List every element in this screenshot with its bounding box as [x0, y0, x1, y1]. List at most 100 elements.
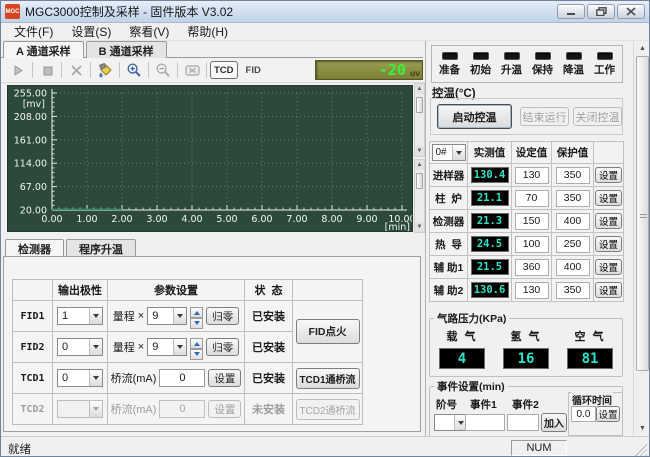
temp-set-button[interactable]: 设置 — [595, 213, 622, 229]
scrollbar-thumb[interactable] — [416, 173, 423, 189]
setpoint-input[interactable]: 360 — [515, 259, 549, 276]
setpoint-input[interactable]: 130 — [515, 282, 549, 299]
event1-input[interactable] — [465, 414, 505, 431]
cycle-time-set-button[interactable]: 设置 — [596, 406, 620, 422]
header-label: 保护值 — [557, 145, 589, 160]
header-params: 参数设置 — [108, 280, 245, 301]
zone-name: 检测器 — [430, 210, 468, 233]
zone-select[interactable]: 0# — [432, 144, 466, 161]
close-button[interactable] — [617, 4, 645, 19]
stop-sampling-button[interactable] — [36, 60, 58, 80]
zero-button[interactable]: 归零 — [206, 307, 239, 325]
setpoint-cell: 130 — [512, 279, 552, 302]
setpoint-cell: 130 — [512, 164, 552, 187]
temp-set-button[interactable]: 设置 — [595, 282, 622, 298]
event2-input[interactable] — [507, 414, 539, 431]
delete-button[interactable] — [65, 60, 87, 80]
scrollbar-thumb[interactable] — [416, 97, 423, 113]
range-select-value: 9 — [148, 341, 173, 353]
protect-input[interactable]: 400 — [556, 213, 590, 230]
tcd1-bridge-button[interactable]: TCD1通桥流 — [296, 368, 360, 389]
detector-tab[interactable]: 程序升温 — [66, 239, 136, 256]
setpoint-input[interactable]: 130 — [515, 167, 549, 184]
toolbar-separator — [177, 62, 178, 78]
svg-text:208.00: 208.00 — [14, 112, 47, 123]
step-up-icon[interactable] — [190, 307, 203, 318]
step-down-icon[interactable] — [190, 318, 203, 329]
protect-input[interactable]: 250 — [556, 236, 590, 253]
menu-item[interactable]: 文件(F) — [5, 22, 62, 41]
indicator-led — [597, 52, 613, 60]
temp-set-button[interactable]: 设置 — [595, 167, 622, 183]
minimize-icon — [566, 7, 577, 16]
range-select[interactable]: 9 — [147, 307, 187, 325]
scroll-up-icon[interactable]: ▲ — [415, 84, 424, 94]
fit-view-button[interactable] — [181, 60, 203, 80]
setpoint-input[interactable]: 100 — [515, 236, 549, 253]
add-event-button[interactable]: 加入 — [541, 413, 567, 432]
setpoint-input[interactable]: 70 — [515, 190, 549, 207]
bridge-current-input[interactable]: 0 — [159, 369, 205, 387]
protect-input[interactable]: 350 — [556, 190, 590, 207]
channel-tab[interactable]: A 通道采样 — [3, 41, 84, 58]
start-sampling-button[interactable] — [7, 60, 29, 80]
menu-item[interactable]: 设置(S) — [62, 22, 120, 41]
set-cell: 设置 — [594, 279, 624, 302]
polarity-select[interactable]: 0 — [57, 338, 103, 356]
indicator-led — [566, 52, 582, 60]
zoom-in-button[interactable] — [123, 60, 145, 80]
protect-input[interactable]: 400 — [556, 259, 590, 276]
zoom-out-button[interactable] — [152, 60, 174, 80]
panel-scrollbar[interactable]: ▲ ▼ — [633, 41, 650, 436]
range-select[interactable]: 9 — [147, 338, 187, 356]
chromatogram-chart[interactable]: 255.00208.00161.00114.0067.0020.00[mv]0.… — [7, 85, 413, 232]
protect-cell: 400 — [552, 210, 594, 233]
value-stepper[interactable] — [190, 307, 203, 325]
start-temp-button[interactable]: 启动控温 — [437, 104, 512, 129]
header-label: 设定值 — [516, 145, 548, 160]
chart-offset-scrollbar[interactable]: ▲ ▼ — [414, 159, 425, 233]
stage-select[interactable] — [434, 414, 468, 431]
range-label: 量程 — [113, 308, 135, 324]
detector-tab[interactable]: 检测器 — [5, 239, 64, 256]
cycle-time-input[interactable]: 0.0 — [571, 406, 596, 422]
fid-ignite-button[interactable]: FID点火 — [296, 319, 360, 344]
status-indicator: 准备 — [439, 52, 460, 77]
protect-cell: 350 — [552, 187, 594, 210]
step-up-icon[interactable] — [190, 338, 203, 349]
resize-grip[interactable] — [635, 444, 647, 456]
header-polarity: 输出极性 — [53, 280, 108, 301]
restore-button[interactable] — [587, 4, 615, 19]
fid-toggle-button[interactable]: FID — [238, 65, 269, 76]
polarity-select[interactable]: 0 — [57, 369, 103, 387]
value-stepper[interactable] — [190, 338, 203, 356]
scroll-down-icon[interactable]: ▼ — [415, 222, 424, 232]
chart-scale-scrollbar[interactable]: ▲ ▼ — [414, 83, 425, 157]
protect-input[interactable]: 350 — [556, 282, 590, 299]
minimize-button[interactable] — [557, 4, 585, 19]
temp-set-button[interactable]: 设置 — [595, 190, 622, 206]
pressure-item: 氢 气16 — [503, 328, 549, 369]
zero-button[interactable]: 归零 — [206, 338, 239, 356]
scroll-up-icon[interactable]: ▲ — [635, 41, 650, 55]
scroll-down-icon[interactable]: ▼ — [635, 421, 650, 435]
temp-set-button[interactable]: 设置 — [595, 236, 622, 252]
clear-screen-button[interactable] — [94, 60, 116, 80]
channel-tab[interactable]: B 通道采样 — [86, 41, 167, 58]
setpoint-input[interactable]: 150 — [515, 213, 549, 230]
status-indicator: 工作 — [594, 52, 615, 77]
temp-set-button[interactable]: 设置 — [595, 259, 622, 275]
step-down-icon[interactable] — [190, 349, 203, 360]
temperature-table: 0#实测值设定值保护值进样器130.4130350设置柱 炉21.170350设… — [429, 141, 624, 302]
menu-item[interactable]: 帮助(H) — [178, 22, 237, 41]
scroll-down-icon[interactable]: ▼ — [415, 146, 424, 156]
polarity-select[interactable]: 1 — [57, 307, 103, 325]
scrollbar-thumb[interactable] — [636, 56, 649, 371]
protect-input[interactable]: 350 — [556, 167, 590, 184]
indicator-label: 降温 — [563, 62, 584, 77]
bridge-set-button[interactable]: 设置 — [208, 369, 241, 387]
tcd-toggle-button[interactable]: TCD — [210, 61, 238, 79]
scroll-up-icon[interactable]: ▲ — [415, 160, 424, 170]
menu-item[interactable]: 察看(V) — [120, 22, 178, 41]
svg-text:8.00: 8.00 — [321, 214, 342, 225]
